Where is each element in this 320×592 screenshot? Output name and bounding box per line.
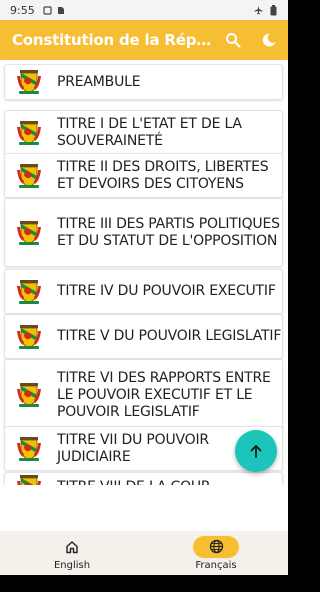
chapter-item-label: TITRE III DES PARTIS POLITIQUES ET DU ST… (57, 215, 280, 249)
nav-francais[interactable]: Français (144, 531, 288, 575)
coat-of-arms-icon (15, 219, 43, 247)
coat-of-arms-icon (15, 323, 43, 351)
coat-of-arms-icon (15, 381, 43, 409)
chapter-item[interactable]: TITRE V DU POUVOIR LEGISLATIF (4, 314, 283, 359)
home-icon (49, 536, 95, 558)
dark-mode-icon[interactable] (258, 29, 280, 51)
status-bar: 9:55 (0, 0, 288, 20)
chapter-list: PREAMBULE TITRE I DE L'ETAT ET DE LA SOU… (0, 60, 288, 485)
chapter-item[interactable]: PREAMBULE (4, 64, 283, 100)
bottom-navigation: English Français (0, 531, 288, 575)
scroll-top-button[interactable] (235, 430, 277, 472)
app-title: Constitution de la République du Congo (12, 31, 212, 49)
chapter-item-label: TITRE II DES DROITS, LIBERTES ET DEVOIRS… (57, 158, 269, 192)
battery-icon (269, 4, 278, 15)
list-bottom-area (0, 485, 288, 531)
coat-of-arms-icon (15, 473, 43, 485)
search-icon[interactable] (222, 29, 244, 51)
coat-of-arms-icon (15, 68, 43, 96)
coat-of-arms-icon (15, 435, 43, 463)
app-bar: Constitution de la République du Congo (0, 20, 288, 60)
nav-english-label: English (53, 559, 91, 571)
chapter-item-label: TITRE IV DU POUVOIR EXECUTIF (57, 283, 276, 299)
chapter-item[interactable]: TITRE VIII DE LA COUR (4, 472, 283, 485)
chapter-item-label: TITRE V DU POUVOIR LEGISLATIF (57, 328, 282, 344)
coat-of-arms-icon (15, 278, 43, 306)
globe-icon (193, 535, 239, 558)
coat-of-arms-icon (15, 119, 43, 147)
chapter-item[interactable]: TITRE II DES DROITS, LIBERTES ET DEVOIRS… (4, 153, 283, 198)
airplane-mode-icon (254, 5, 263, 15)
chapter-item[interactable]: TITRE I DE L'ETAT ET DE LA SOUVERAINETÉ (4, 110, 283, 155)
chapter-item-label: TITRE I DE L'ETAT ET DE LA SOUVERAINETÉ (57, 115, 242, 149)
chapter-item[interactable]: TITRE VI DES RAPPORTS ENTRE LE POUVOIR E… (4, 359, 283, 431)
chapter-item-label: PREAMBULE (57, 73, 141, 90)
system-navigation-bar (0, 575, 288, 592)
status-notification-icons (43, 5, 65, 15)
chapter-item-label: TITRE VI DES RAPPORTS ENTRE LE POUVOIR E… (57, 369, 271, 420)
chapter-item[interactable]: TITRE IV DU POUVOIR EXECUTIF (4, 269, 283, 314)
nav-francais-label: Français (195, 559, 237, 571)
chapter-item[interactable]: TITRE III DES PARTIS POLITIQUES ET DU ST… (4, 198, 283, 267)
arrow-up-icon (250, 445, 262, 458)
status-time: 9:55 (10, 3, 35, 17)
notification-icon (43, 5, 52, 15)
sim-card-icon (56, 6, 65, 15)
nav-english[interactable]: English (0, 531, 144, 575)
coat-of-arms-icon (15, 162, 43, 190)
